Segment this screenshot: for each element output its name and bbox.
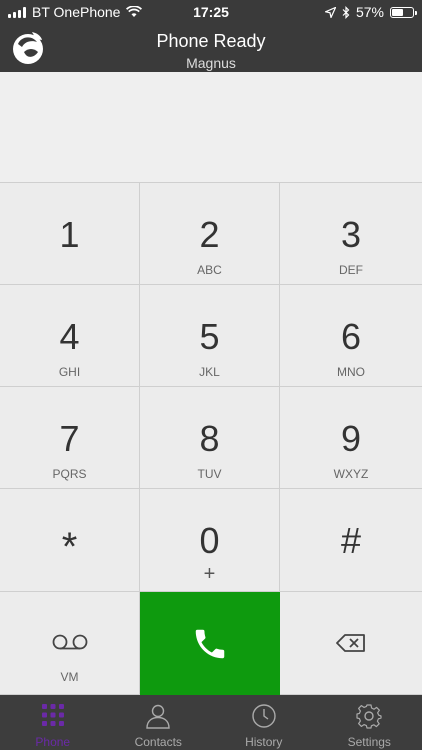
battery-percent: 57% [355, 4, 384, 20]
key-digit: 8 [199, 418, 220, 459]
key-6[interactable]: 6 MNO [280, 285, 422, 387]
clock-icon [252, 704, 276, 728]
tab-history[interactable]: History [211, 695, 317, 750]
key-1[interactable]: 1 [0, 182, 140, 285]
battery-icon [390, 6, 417, 18]
tab-contacts[interactable]: Contacts [106, 695, 212, 750]
tab-label: History [245, 735, 283, 749]
key-3[interactable]: 3 DEF [280, 182, 422, 285]
key-letters: DEF [339, 263, 363, 277]
voicemail-label: VM [60, 670, 79, 684]
key-digit: 1 [59, 214, 80, 255]
account-name: Magnus [186, 55, 236, 71]
key-digit: 4 [59, 316, 80, 357]
tab-settings[interactable]: Settings [317, 695, 422, 750]
app-header: Phone Ready Magnus [0, 24, 422, 72]
key-letters: MNO [337, 365, 365, 379]
key-digit: 7 [59, 418, 80, 459]
key-8[interactable]: 8 TUV [140, 387, 280, 489]
key-digit: 5 [199, 316, 220, 357]
key-4[interactable]: 4 GHI [0, 285, 140, 387]
key-7[interactable]: 7 PQRS [0, 387, 140, 489]
bluetooth-icon [342, 5, 350, 19]
key-hash[interactable]: # [280, 489, 422, 592]
key-letters: + [203, 563, 216, 585]
dialpad: 1 2 ABC 3 DEF 4 GHI 5 JKL 6 MNO 7 PQRS 8… [0, 182, 422, 695]
status-right: 57% [324, 4, 417, 20]
call-button[interactable] [140, 592, 280, 695]
key-5[interactable]: 5 JKL [140, 285, 280, 387]
gear-icon [356, 704, 382, 729]
tab-label: Settings [347, 735, 391, 749]
phone-icon [195, 629, 225, 659]
tab-phone[interactable]: Phone [0, 695, 106, 750]
page-title: Phone Ready [156, 31, 266, 51]
tab-label: Contacts [134, 735, 182, 749]
key-letters: JKL [199, 365, 220, 379]
key-letters: WXYZ [333, 467, 369, 481]
key-9[interactable]: 9 WXYZ [280, 387, 422, 489]
backspace-button[interactable] [280, 592, 422, 695]
key-letters: ABC [197, 263, 222, 277]
key-digit: 2 [199, 214, 220, 255]
key-digit: # [340, 520, 362, 561]
tab-label: Phone [35, 735, 71, 749]
key-letters: GHI [58, 365, 81, 379]
key-0[interactable]: 0 + [140, 489, 280, 592]
key-digit: 9 [340, 418, 362, 459]
status-bar: BT OnePhone 17:25 57% [0, 0, 422, 24]
key-letters: PQRS [52, 467, 87, 481]
key-2[interactable]: 2 ABC [140, 182, 280, 285]
key-digit: 3 [340, 214, 362, 255]
location-arrow-icon [324, 6, 336, 18]
voicemail-button[interactable]: VM [0, 592, 140, 695]
tab-bar: Phone Contacts History Settings [0, 695, 422, 750]
key-digit: * [61, 525, 78, 569]
voicemail-icon [52, 634, 88, 650]
key-star[interactable]: * [0, 489, 140, 592]
keypad-grid-icon [41, 704, 64, 726]
backspace-icon [336, 634, 365, 652]
key-digit: 0 [199, 520, 220, 561]
key-letters: TUV [197, 467, 222, 481]
key-digit: 6 [340, 316, 362, 357]
number-display [0, 72, 422, 182]
person-icon [146, 704, 170, 729]
